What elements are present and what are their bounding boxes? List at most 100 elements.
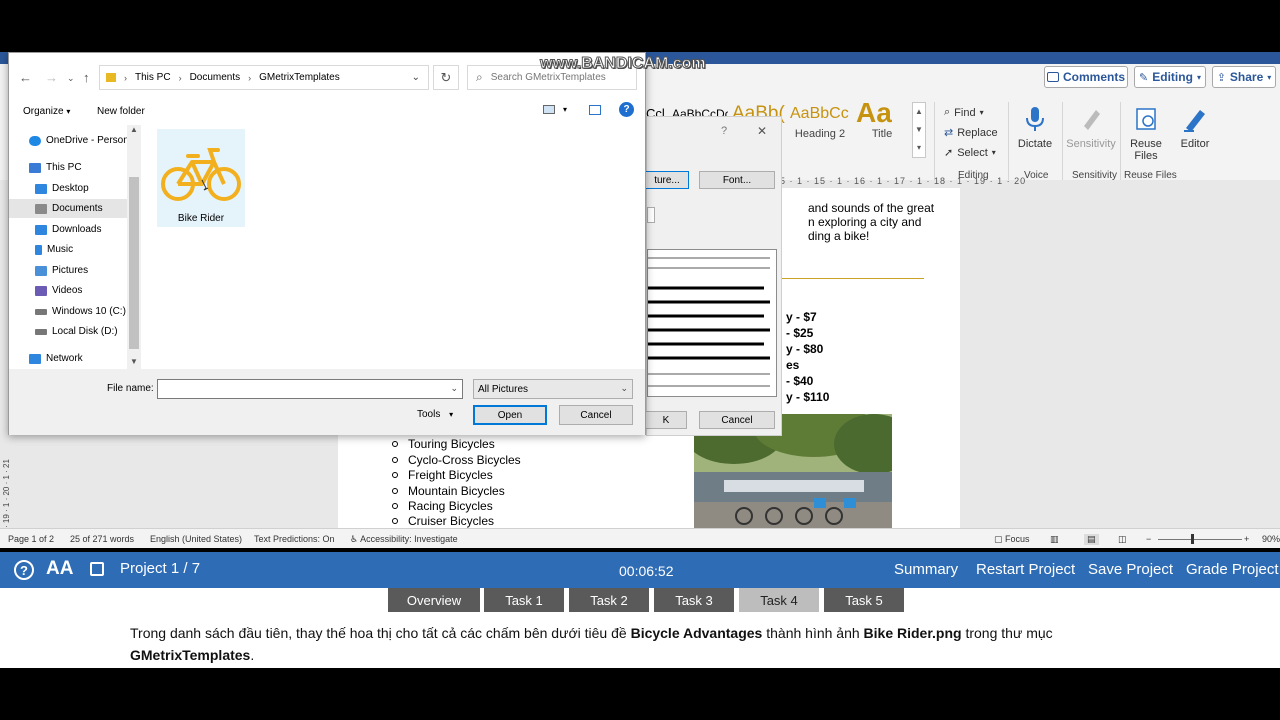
pencil-icon: ✎ [1139,71,1149,84]
help-icon[interactable]: ? [14,560,34,580]
file-type-select[interactable]: All Pictures ⌄ [473,379,633,399]
tab-overview[interactable]: Overview [388,588,480,612]
file-name-input[interactable]: ⌄ [157,379,463,399]
text-predictions-status[interactable]: Text Predictions: On [254,534,335,544]
open-button[interactable]: Open [473,405,547,425]
tree-item-pictures[interactable]: Pictures [9,261,127,280]
summary-link[interactable]: Summary [894,561,958,578]
styles-scroll[interactable]: ▲ ▼ ▾ [912,102,926,158]
tree-item-network[interactable]: Network [9,349,127,368]
cancel-button[interactable]: Cancel [699,411,775,429]
find-button[interactable]: ⌕ Find ▾ [944,106,984,119]
page-count[interactable]: Page 1 of 2 [8,534,54,544]
close-icon[interactable]: ✕ [757,124,767,138]
accessibility-status[interactable]: ♿ Accessibility: Investigate [350,534,458,545]
tree-item-this-pc[interactable]: This PC [9,158,127,177]
restart-project-link[interactable]: Restart Project [976,561,1075,578]
list-item[interactable]: Cruiser Bicycles [392,514,494,528]
music-icon [35,244,42,255]
tree-item-onedrive[interactable]: OneDrive - Person [9,131,127,150]
scroll-down-icon[interactable]: ▼ [130,357,138,366]
preview-pane-icon[interactable] [589,105,601,115]
breadcrumb-this-pc[interactable]: This PC [135,72,171,83]
alignment-dropdown[interactable] [647,207,655,223]
tab-task-5[interactable]: Task 5 [824,588,904,612]
tab-task-2[interactable]: Task 2 [569,588,649,612]
print-layout-icon[interactable]: ▤ [1084,534,1099,545]
list-item[interactable]: Touring Bicycles [392,437,495,451]
language-status[interactable]: English (United States) [150,534,242,544]
up-arrow-icon[interactable]: ↑ [83,70,90,85]
list-item[interactable]: Cyclo-Cross Bicycles [392,453,521,467]
chevron-down-icon: ▾ [1196,72,1201,82]
help-button[interactable]: ? [721,125,727,137]
scrollbar-thumb[interactable] [129,177,139,349]
chevron-down-icon[interactable]: ⌄ [450,383,458,394]
word-count[interactable]: 25 of 271 words [70,534,134,544]
dialog-toolbar: Organize ▾ New folder ▾ ? [9,99,645,125]
help-icon[interactable]: ? [619,102,634,117]
share-button[interactable]: ⇪ Share ▾ [1212,66,1276,88]
file-item-bike-rider[interactable]: Bike Rider [157,129,245,227]
window-icon[interactable] [90,562,104,576]
share-icon: ⇪ [1216,71,1226,84]
back-arrow-icon[interactable]: ← [19,70,32,85]
list-item[interactable]: Racing Bicycles [392,499,493,513]
dictate-button[interactable]: Dictate [1012,104,1058,150]
tree-item-local-disk-d[interactable]: Local Disk (D:) [9,322,127,341]
font-button[interactable]: Font... [699,171,775,189]
picture-button[interactable]: ture... [645,171,689,189]
tree-item-downloads[interactable]: Downloads [9,220,127,239]
editing-button[interactable]: ✎ Editing ▾ [1134,66,1206,88]
list-item[interactable]: Mountain Bicycles [392,484,505,498]
zoom-slider-thumb[interactable] [1191,534,1194,544]
tree-item-music[interactable]: Music [9,240,127,259]
list-item[interactable]: Freight Bicycles [392,468,493,482]
cancel-button[interactable]: Cancel [559,405,633,425]
comments-button[interactable]: Comments [1044,66,1128,88]
scroll-up-icon[interactable]: ▲ [130,125,138,134]
address-bar[interactable]: › This PC › Documents › GMetrixTemplates… [99,65,429,90]
tree-item-windows-c[interactable]: Windows 10 (C:) [9,302,127,321]
forward-arrow-icon[interactable]: → [45,70,58,85]
zoom-out-icon[interactable]: − [1146,534,1151,544]
ok-button[interactable]: K [645,411,687,429]
refresh-icon[interactable]: ↻ [433,65,459,90]
breadcrumb-gmetrixtemplates[interactable]: GMetrixTemplates [259,72,340,83]
zoom-in-icon[interactable]: + [1244,534,1249,544]
style-title[interactable]: Aa Title [856,100,908,154]
navigation-scrollbar[interactable]: ▲ ▼ [127,125,141,369]
breadcrumb-separator-icon: › [178,72,182,83]
zoom-slider[interactable] [1158,539,1242,540]
editor-button[interactable]: Editor [1172,104,1218,150]
tab-task-3[interactable]: Task 3 [654,588,734,612]
reuse-files-button[interactable]: Reuse Files [1124,104,1168,162]
new-folder-button[interactable]: New folder [97,106,145,117]
chevron-down-icon[interactable]: ⌄ [412,72,420,83]
select-button[interactable]: ➚ Select ▾ [944,146,996,160]
tree-item-documents[interactable]: Documents [9,199,127,218]
chevron-down-icon[interactable]: ▾ [563,105,567,114]
read-mode-icon[interactable]: ▥ [1050,534,1059,545]
preview-lines [648,257,770,387]
tree-item-videos[interactable]: Videos [9,281,127,300]
recent-locations-chevron-icon[interactable]: ⌄ [67,73,75,84]
breadcrumb-documents[interactable]: Documents [190,72,241,83]
chevron-down-icon: ▾ [66,107,71,116]
tools-menu[interactable]: Tools ▾ [417,409,453,420]
web-layout-icon[interactable]: ◫ [1118,534,1127,545]
replace-button[interactable]: ⇄ Replace [944,126,998,140]
style-heading-2[interactable]: AaBbCc Heading 2 [790,100,850,154]
change-view-icon[interactable] [543,105,555,114]
zoom-level[interactable]: 90% [1262,534,1280,544]
focus-button[interactable]: ▢ Focus [994,534,1030,545]
grade-project-link[interactable]: Grade Project [1186,561,1279,578]
font-size-icon[interactable]: AA [46,558,73,580]
sensitivity-button[interactable]: Sensitivity [1066,104,1116,150]
tab-task-1[interactable]: Task 1 [484,588,564,612]
price-line: - $25 [786,326,814,340]
save-project-link[interactable]: Save Project [1088,561,1173,578]
tree-item-desktop[interactable]: Desktop [9,179,127,198]
organize-menu[interactable]: Organize ▾ [23,106,70,117]
tab-task-4[interactable]: Task 4 [739,588,819,612]
